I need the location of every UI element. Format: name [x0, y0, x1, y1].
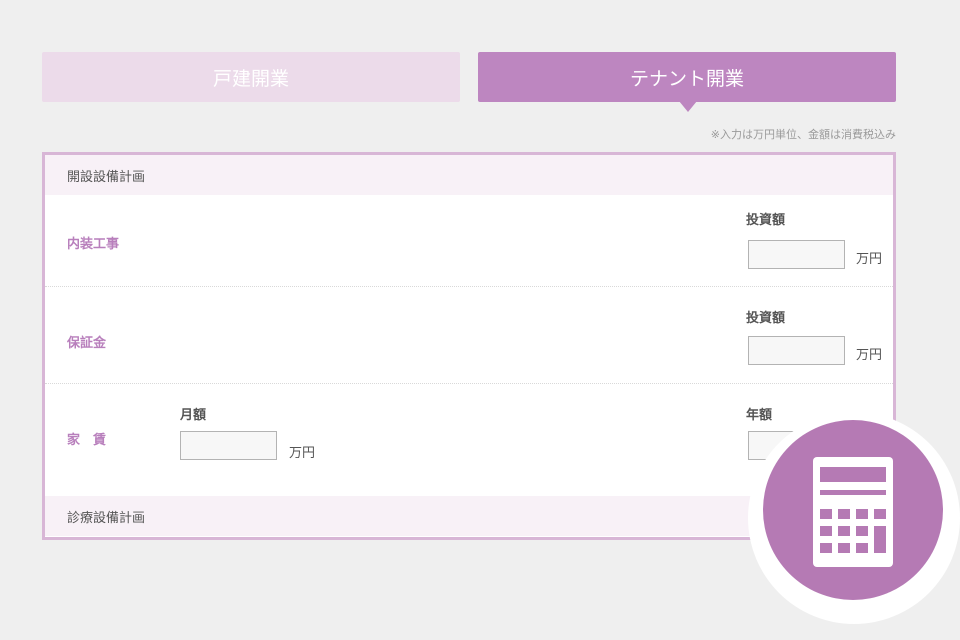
active-tab-pointer — [679, 101, 697, 112]
monthly-rent-input[interactable] — [180, 431, 277, 460]
interior-investment-input[interactable] — [748, 240, 845, 269]
unit-monthly-rent: 万円 — [289, 446, 316, 461]
row-label-interior: 内装工事 — [67, 237, 120, 252]
section-header-facility-plan: 開設設備計画 — [45, 155, 893, 195]
unit-interior: 万円 — [856, 252, 883, 267]
row-label-deposit: 保証金 — [67, 336, 107, 351]
row-interior: 内装工事 投資額 万円 — [45, 195, 893, 287]
section-title-facility-plan: 開設設備計画 — [67, 169, 146, 185]
tab-detached-opening[interactable]: 戸建開業 — [42, 52, 460, 102]
row-label-rent: 家 賃 — [67, 433, 107, 448]
field-label-deposit-investment: 投資額 — [746, 311, 786, 326]
section-title-medical-plan: 診療設備計画 — [67, 510, 146, 526]
field-label-interior-investment: 投資額 — [746, 213, 786, 228]
deposit-investment-input[interactable] — [748, 336, 845, 365]
input-note: ※入力は万円単位、金額は消費税込み — [710, 128, 896, 141]
row-deposit: 保証金 投資額 万円 — [45, 287, 893, 384]
field-label-monthly-rent: 月額 — [180, 408, 207, 423]
calculator-icon[interactable] — [813, 457, 893, 567]
tab-detached-opening-label: 戸建開業 — [212, 67, 289, 90]
field-label-annual-rent: 年額 — [746, 408, 773, 423]
tab-tenant-opening-label: テナント開業 — [629, 67, 744, 90]
tab-tenant-opening[interactable]: テナント開業 — [478, 52, 896, 102]
unit-deposit: 万円 — [856, 348, 883, 363]
